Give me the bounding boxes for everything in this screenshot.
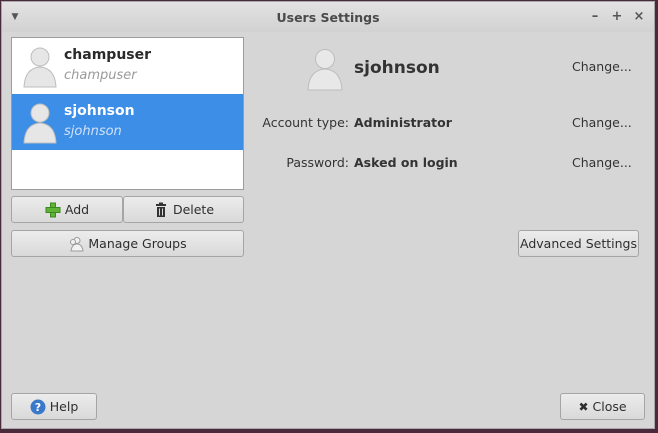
user-name: sjohnson: [64, 103, 135, 119]
manage-groups-label: Manage Groups: [88, 236, 187, 251]
help-button[interactable]: ? Help: [11, 393, 97, 420]
user-full-name: sjohnson: [64, 124, 122, 139]
user-avatar-icon: [23, 103, 57, 144]
user-full-name: champuser: [64, 68, 137, 83]
advanced-settings-label: Advanced Settings: [520, 236, 637, 251]
user-list[interactable]: champuser champuser sjohnson sjohnson: [11, 37, 244, 190]
manage-groups-button[interactable]: Manage Groups: [11, 230, 244, 257]
advanced-settings-button[interactable]: Advanced Settings: [518, 230, 639, 257]
selected-user-name: sjohnson: [354, 58, 440, 78]
password-label: Password:: [286, 155, 349, 170]
svg-text:?: ?: [35, 401, 41, 414]
selected-user-avatar-icon: [307, 49, 343, 91]
close-icon: ✖: [578, 399, 589, 414]
title-bar: ▼ Users Settings – + ×: [2, 2, 654, 32]
account-type-value: Administrator: [354, 115, 452, 130]
user-name: champuser: [64, 47, 152, 63]
password-value: Asked on login: [354, 155, 458, 170]
user-list-item-champuser[interactable]: champuser champuser: [12, 38, 243, 94]
change-name-link[interactable]: Change...: [572, 59, 632, 74]
users-settings-window: ▼ Users Settings – + × champuser champus…: [1, 1, 655, 429]
account-type-label: Account type:: [262, 115, 349, 130]
add-user-button[interactable]: Add: [11, 196, 123, 223]
user-list-item-sjohnson[interactable]: sjohnson sjohnson: [12, 94, 243, 150]
help-icon: ?: [30, 399, 46, 414]
delete-user-button[interactable]: Delete: [123, 196, 244, 223]
add-label: Add: [64, 202, 90, 217]
delete-label: Delete: [172, 202, 215, 217]
user-avatar-icon: [23, 47, 57, 88]
trash-icon: [155, 202, 166, 217]
close-button[interactable]: ✖ Close: [560, 393, 645, 420]
window-title: Users Settings: [276, 10, 380, 25]
close-label: Close: [592, 399, 627, 414]
change-password-link[interactable]: Change...: [572, 155, 632, 170]
help-label: Help: [49, 399, 79, 414]
maximize-button[interactable]: +: [608, 8, 626, 26]
close-window-button[interactable]: ×: [630, 8, 648, 26]
change-account-type-link[interactable]: Change...: [572, 115, 632, 130]
minimize-button[interactable]: –: [586, 8, 604, 26]
add-icon: [45, 202, 61, 217]
group-icon: [70, 236, 84, 251]
